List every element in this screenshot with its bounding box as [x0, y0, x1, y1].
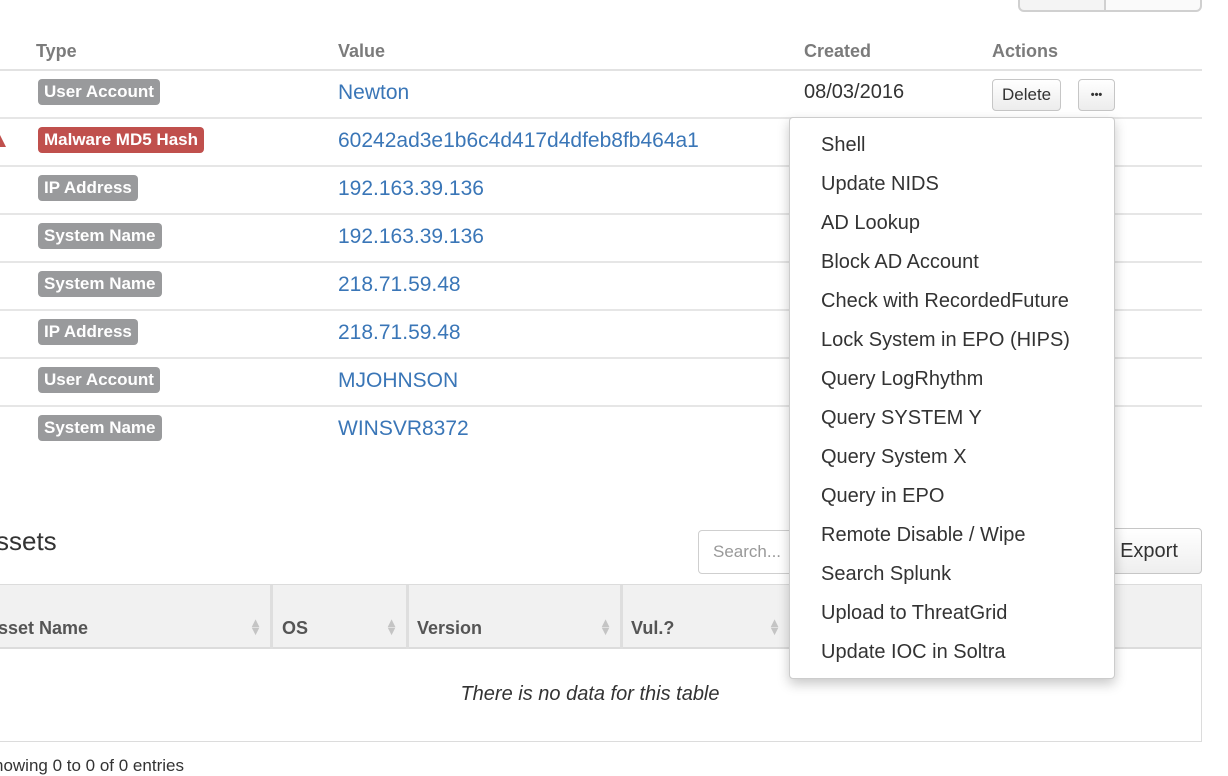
value-link[interactable]: 192.163.39.136 [338, 225, 484, 249]
view-toggle-right[interactable] [1106, 0, 1202, 12]
sort-icon[interactable]: ▲ ▼ [249, 616, 262, 637]
col-version[interactable]: Version ▲ ▼ [409, 585, 623, 649]
type-badge: IP Address [38, 175, 138, 201]
col-version-label: Version [417, 618, 483, 638]
menu-item-check-recordedfuture[interactable]: Check with RecordedFuture [790, 282, 1114, 321]
col-vul-label: Vul.? [631, 618, 675, 638]
value-link[interactable]: 60242ad3e1b6c4d417d4dfeb8fb464a1 [338, 129, 699, 153]
table-row: User Account Newton 08/03/2016 Delete ••… [0, 71, 1202, 119]
menu-item-lock-system-epo[interactable]: Lock System in EPO (HIPS) [790, 321, 1114, 360]
value-link[interactable]: 192.163.39.136 [338, 177, 484, 201]
col-asset-name[interactable]: sset Name ▲ ▼ [0, 585, 273, 649]
type-badge: System Name [38, 223, 162, 249]
col-os-label: OS [282, 618, 309, 638]
more-actions-button[interactable]: ••• [1078, 79, 1115, 111]
menu-item-shell[interactable]: Shell [790, 126, 1114, 165]
type-badge: User Account [38, 367, 160, 393]
type-badge: System Name [38, 415, 162, 441]
type-badge: Malware MD5 Hash [38, 127, 204, 153]
col-created-header: Created [804, 41, 872, 61]
menu-item-query-system-x[interactable]: Query System X [790, 438, 1114, 477]
assets-section-title: ssets [0, 526, 57, 556]
created-date: 08/03/2016 [804, 81, 905, 103]
delete-button[interactable]: Delete [992, 79, 1062, 111]
menu-item-update-ioc-soltra[interactable]: Update IOC in Soltra [790, 633, 1114, 672]
view-toggle-group[interactable] [1018, 0, 1202, 12]
col-type-header: Type [36, 41, 77, 61]
warning-icon [0, 135, 6, 147]
type-badge: System Name [38, 271, 162, 297]
menu-item-query-system-y[interactable]: Query SYSTEM Y [790, 399, 1114, 438]
col-asset-name-label: sset Name [0, 618, 89, 638]
view-toggle-left[interactable] [1018, 0, 1106, 12]
value-link[interactable]: Newton [338, 81, 409, 105]
value-link[interactable]: 218.71.59.48 [338, 273, 461, 297]
sort-icon[interactable]: ▲ ▼ [599, 616, 612, 637]
menu-item-update-nids[interactable]: Update NIDS [790, 165, 1114, 204]
col-actions-header: Actions [992, 41, 1059, 61]
actions-dropdown-menu: Shell Update NIDS AD Lookup Block AD Acc… [789, 117, 1115, 679]
value-link[interactable]: 218.71.59.48 [338, 321, 461, 345]
value-link[interactable]: WINSVR8372 [338, 417, 469, 441]
value-link[interactable]: MJOHNSON [338, 369, 458, 393]
menu-item-upload-threatgrid[interactable]: Upload to ThreatGrid [790, 594, 1114, 633]
menu-item-block-ad-account[interactable]: Block AD Account [790, 243, 1114, 282]
pagination-info: howing 0 to 0 of 0 entries [0, 756, 184, 775]
type-badge: IP Address [38, 319, 138, 345]
sort-icon[interactable]: ▲ ▼ [385, 616, 398, 637]
col-value-header: Value [338, 41, 386, 61]
ioc-table-header: Type Value Created Actions [0, 38, 1202, 71]
col-vul[interactable]: Vul.? ▲ ▼ [623, 585, 789, 649]
menu-item-query-logrhythm[interactable]: Query LogRhythm [790, 360, 1114, 399]
empty-table-message: There is no data for this table [460, 683, 720, 705]
type-badge: User Account [38, 79, 160, 105]
menu-item-search-splunk[interactable]: Search Splunk [790, 555, 1114, 594]
ellipsis-icon: ••• [1090, 89, 1103, 101]
menu-item-query-in-epo[interactable]: Query in EPO [790, 477, 1114, 516]
menu-item-ad-lookup[interactable]: AD Lookup [790, 204, 1114, 243]
menu-item-remote-disable-wipe[interactable]: Remote Disable / Wipe [790, 516, 1114, 555]
sort-icon[interactable]: ▲ ▼ [768, 616, 781, 637]
col-os[interactable]: OS ▲ ▼ [273, 585, 409, 649]
